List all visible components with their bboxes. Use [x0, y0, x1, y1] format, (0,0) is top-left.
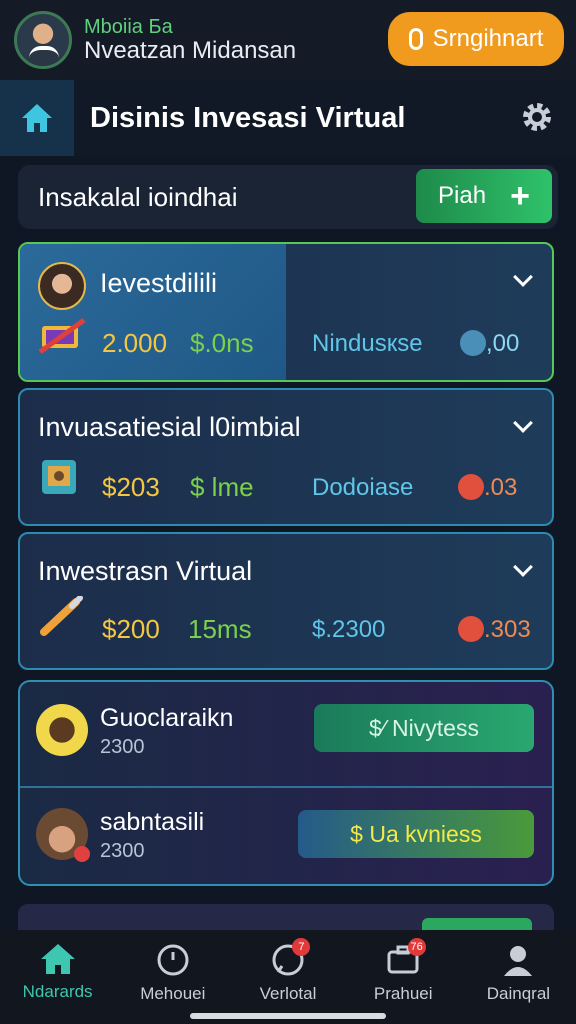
coin-icon: [458, 474, 484, 500]
no-cash-icon: [38, 317, 86, 355]
coin-icon: [460, 330, 486, 356]
microphone-icon: [408, 28, 423, 50]
gear-icon[interactable]: [520, 100, 554, 134]
add-button-label: Piah: [438, 182, 487, 209]
home-icon: [40, 944, 75, 974]
card-amount: $203: [102, 472, 160, 502]
total-investment-row: Insakalal ioindhai Piah +: [18, 165, 558, 229]
total-label: Insakalal ioindhai: [38, 181, 238, 212]
list-item-number: 2300: [100, 736, 145, 758]
coin-icon: [458, 616, 484, 642]
card-value: .03: [484, 474, 518, 501]
user-name: Nveatzan Midansan: [84, 36, 297, 64]
investment-card[interactable]: Inwestrasn Virtual $200 15ms $.2300 .303: [18, 532, 554, 670]
add-investment-button[interactable]: Piah +: [416, 169, 552, 223]
card-rate: $.0ns: [190, 328, 254, 358]
card-rate: 15ms: [188, 614, 252, 644]
pen-icon: [40, 596, 83, 636]
top-user-bar: Mboiia Ба Nveatzan Midansan Srngihnart: [0, 0, 576, 80]
plus-icon: +: [510, 177, 530, 215]
status-badge: [74, 846, 90, 862]
card-title: Ievestdilili: [100, 268, 218, 298]
list-item-name: sabntasili: [100, 808, 205, 836]
investment-card[interactable]: Ievestdilili 2.000 $.0ns Nindusкse ,00: [18, 242, 554, 382]
card-name: Dodoiase: [312, 474, 414, 501]
user-avatar[interactable]: [14, 11, 72, 69]
investor-avatar: [38, 262, 86, 310]
notification-badge: 7: [292, 938, 311, 956]
card-value: ,00: [486, 330, 520, 357]
card-name: Nindusкse: [312, 330, 423, 357]
list-item-name: Guoclaraikn: [100, 704, 234, 732]
home-icon: [22, 104, 52, 132]
divider: [20, 786, 552, 788]
nav-label: Prahuei: [373, 984, 433, 1003]
investment-card[interactable]: Invuasatiesial l0imbial $203 $ lme Dodoi…: [18, 388, 554, 526]
nav-item-profile[interactable]: Dainqral: [461, 930, 576, 1024]
card-title: Inwestrasn Virtual: [38, 556, 253, 586]
timer-icon: [157, 944, 189, 976]
nav-label: Verlotal: [259, 984, 317, 1003]
nav-item-messages[interactable]: 7 Verlotal: [230, 930, 345, 1024]
signin-button[interactable]: Srngihnart: [388, 12, 564, 66]
nav-label: Ndarards: [22, 982, 93, 1001]
user-info: Mboiia Ба Nveatzan Midansan: [84, 16, 296, 64]
nav-item-timer[interactable]: Mehouei: [115, 930, 230, 1024]
home-button[interactable]: [0, 80, 74, 156]
avatar: [36, 704, 88, 756]
person-icon: [504, 946, 533, 976]
page-title: Disinis Invesasi Virtual: [90, 101, 406, 134]
nav-item-portfolio[interactable]: 76 Prahuei: [346, 930, 461, 1024]
investor-list: Guoclaraikn 2300 $⁄ Nivytess sabntasili …: [18, 680, 554, 886]
invest-button[interactable]: $ Ua kvniess: [298, 810, 534, 858]
home-indicator: [190, 1013, 386, 1019]
chevron-down-icon[interactable]: [513, 267, 533, 287]
list-item-number: 2300: [100, 840, 145, 862]
stamp-icon: [42, 460, 76, 494]
card-name: $.2300: [312, 616, 386, 643]
nav-item-home[interactable]: Ndarards: [0, 930, 115, 1024]
card-value: .303: [484, 616, 531, 643]
signin-button-label: Srngihnart: [432, 25, 544, 52]
user-subtitle: Mboiia Ба: [84, 15, 173, 38]
invest-button[interactable]: $⁄ Nivytess: [314, 704, 534, 752]
chevron-down-icon[interactable]: [513, 413, 533, 433]
page-header: Disinis Invesasi Virtual: [0, 80, 576, 156]
card-title: Invuasatiesial l0imbial: [38, 412, 301, 442]
chevron-down-icon[interactable]: [513, 557, 533, 577]
card-amount: 2.000: [102, 328, 168, 358]
card-amount: $200: [102, 614, 160, 644]
card-rate: $ lme: [190, 472, 254, 502]
nav-label: Mehouei: [140, 984, 206, 1003]
nav-label: Dainqral: [486, 984, 551, 1003]
notification-badge: 76: [407, 938, 426, 956]
bottom-nav: Ndarards Mehouei 7 Verlotal 76 Prahuei D…: [0, 930, 576, 1024]
